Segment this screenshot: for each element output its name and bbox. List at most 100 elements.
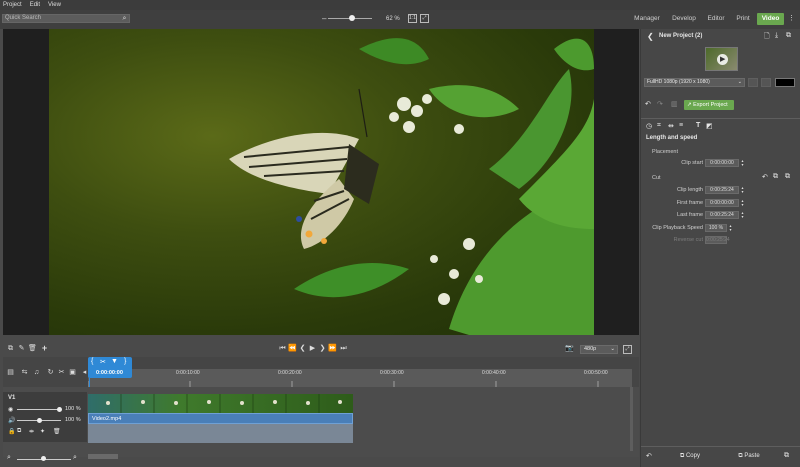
marker-icon[interactable]: ▼ — [111, 358, 118, 365]
split-icon[interactable]: ✂ — [57, 368, 66, 377]
opacity-slider-thumb[interactable] — [57, 407, 62, 412]
paste-special-icon[interactable]: ⧉ — [784, 452, 789, 460]
clip-length-field[interactable]: 0:00:25:24 — [705, 186, 739, 194]
clip-length-spinner[interactable]: ▴ ▾ — [740, 186, 745, 194]
new-document-icon[interactable]: 🗋 — [764, 32, 770, 43]
skip-start-icon[interactable]: ⏮ — [278, 344, 287, 353]
contrast-tab-icon[interactable]: ◩ — [706, 122, 713, 130]
rotate-icon[interactable]: ↻ — [46, 368, 55, 377]
format-select[interactable]: FullHD 1080p (1920 x 1080) ⌄ — [644, 78, 745, 87]
out-bracket-icon[interactable]: } — [124, 358, 126, 365]
adjust-tab-icon[interactable]: ≡ — [679, 122, 683, 129]
zoom-in-magnifier-icon[interactable]: ⌕ — [73, 454, 77, 462]
ripple-icon[interactable]: ⇆ — [20, 368, 29, 377]
volume-slider-thumb[interactable] — [37, 418, 42, 423]
copy-icon: ⧉ — [680, 453, 685, 459]
copy-button[interactable]: ⧉ Copy — [668, 451, 712, 461]
search-icon[interactable]: ⌕ — [120, 14, 129, 23]
cut-icon[interactable]: ✂ — [100, 358, 106, 366]
play-icon[interactable]: ▶ — [308, 344, 317, 353]
zoom-out-magnifier-icon[interactable]: ⌕ — [7, 454, 11, 462]
project-title: New Project (2) — [659, 33, 703, 39]
snap-icon[interactable]: ▣ — [68, 368, 77, 377]
tab-manager[interactable]: Manager — [633, 13, 661, 25]
opacity-eye-icon[interactable]: ◉ — [8, 406, 13, 413]
snapshot-camera-icon[interactable]: 📷 — [565, 344, 574, 353]
link-icon[interactable]: ⧉ — [17, 428, 21, 435]
clip-name: Video2.mp4 — [92, 416, 122, 422]
panel-undo-icon[interactable]: ↶ — [646, 452, 652, 460]
crop-tab-icon[interactable]: ⌗ — [657, 122, 661, 130]
fx-icon[interactable]: ✦ — [40, 428, 45, 435]
menu-edit[interactable]: Edit — [30, 2, 40, 8]
clip-audio-area[interactable] — [88, 424, 353, 443]
tab-develop[interactable]: Develop — [670, 13, 698, 25]
background-color-swatch[interactable] — [775, 78, 795, 87]
timeline-hscrollbar[interactable] — [88, 454, 118, 459]
export-project-button[interactable]: ↗ Export Project — [684, 100, 734, 110]
add-icon[interactable]: + — [40, 344, 49, 353]
copy-cut-icon[interactable]: ⧉ — [773, 173, 778, 181]
next-clip-icon[interactable]: ⏩ — [328, 344, 337, 353]
panel-toggle-icon[interactable]: ▤ — [6, 368, 15, 377]
playback-speed-spinner[interactable]: ▴ ▾ — [728, 224, 733, 232]
menu-project[interactable]: Project — [3, 2, 22, 8]
delete-icon[interactable]: 🗑 — [28, 344, 37, 353]
redo-icon[interactable]: ↷ — [657, 100, 663, 108]
paste-cut-icon[interactable]: ⧉ — [785, 173, 790, 181]
preview-quality-select[interactable]: 480p ⌄ — [580, 345, 618, 354]
history-icon[interactable]: ▥ — [671, 100, 678, 108]
search-input[interactable]: Quick Search — [2, 14, 130, 23]
speed-tab-icon[interactable]: ◷ — [646, 122, 652, 130]
format-extra-select-2[interactable] — [761, 78, 771, 87]
clip-start-spinner[interactable]: ▴ ▾ — [740, 159, 745, 167]
volume-icon[interactable]: 🔊 — [8, 417, 15, 424]
zoom-slider-thumb[interactable] — [349, 15, 355, 21]
in-bracket-icon[interactable]: { — [91, 358, 93, 365]
track-delete-icon[interactable]: 🗑 — [53, 428, 61, 435]
first-frame-label: First frame — [676, 200, 703, 206]
volume-value: 100 % — [65, 417, 81, 423]
save-project-icon[interactable]: ⤓ — [775, 32, 778, 40]
format-extra-select[interactable] — [748, 78, 758, 87]
back-chevron-icon[interactable]: ❮ — [647, 32, 654, 41]
tab-video[interactable]: Video — [757, 13, 784, 25]
timeline-vscrollbar[interactable] — [630, 387, 633, 451]
clip-name-bar[interactable] — [88, 413, 353, 424]
last-frame-field[interactable]: 0:00:25:24 — [705, 211, 739, 219]
first-frame-spinner[interactable]: ▴ ▾ — [740, 199, 745, 207]
project-thumbnail[interactable]: ▶ — [705, 47, 738, 71]
last-frame-spinner[interactable]: ▴ ▾ — [740, 211, 745, 219]
tab-print[interactable]: Print — [733, 13, 753, 25]
duplicate-project-icon[interactable]: ⧉ — [786, 32, 791, 40]
fit-1to1-icon[interactable]: 1:1 — [408, 14, 417, 23]
prev-clip-icon[interactable]: ⏪ — [288, 344, 297, 353]
timeline-zoom-thumb[interactable] — [41, 456, 46, 461]
next-frame-icon[interactable]: ❯ — [318, 344, 327, 353]
lock-icon[interactable]: 🔒 — [8, 428, 15, 435]
opacity-slider[interactable] — [17, 409, 61, 410]
transition-tab-icon[interactable]: ⇹ — [668, 122, 674, 130]
fullscreen-icon[interactable]: ⤢ — [420, 14, 429, 23]
edit-pencil-icon[interactable]: ✎ — [17, 344, 26, 353]
clip-length-label: Clip length — [677, 187, 703, 193]
zoom-out-icon[interactable]: ‒ — [322, 14, 326, 23]
first-frame-field[interactable]: 0:00:00:00 — [705, 199, 739, 207]
menu-view[interactable]: View — [48, 2, 61, 8]
tab-editor[interactable]: Editor — [704, 13, 728, 25]
fullscreen-preview-icon[interactable]: ⤢ — [623, 345, 632, 354]
paste-button[interactable]: ⧉ Paste — [727, 451, 771, 461]
reverse-field[interactable]: 0:00:25:24 — [705, 236, 730, 244]
clip-thumbnails[interactable] — [88, 394, 353, 413]
reset-cut-icon[interactable]: ↶ — [762, 173, 768, 181]
playback-speed-field[interactable]: 100 % — [705, 224, 727, 232]
text-tab-icon[interactable]: T — [696, 122, 700, 129]
speed-icon[interactable]: ⇹ — [29, 428, 34, 435]
prev-frame-icon[interactable]: ❮ — [298, 344, 307, 353]
skip-end-icon[interactable]: ⏭ — [339, 344, 348, 353]
undo-icon[interactable]: ↶ — [645, 100, 651, 108]
clip-start-field[interactable]: 0:00:00:00 — [705, 159, 739, 167]
duplicate-icon[interactable]: ⧉ — [6, 344, 15, 353]
more-icon[interactable]: ⋮ — [787, 14, 796, 23]
audio-link-icon[interactable]: ♫ — [32, 368, 41, 377]
